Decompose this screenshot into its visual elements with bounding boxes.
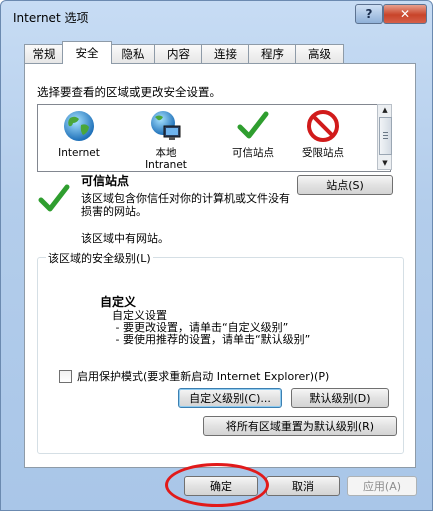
scroll-down-icon[interactable]: ▼ (380, 159, 390, 168)
zone-prompt: 选择要查看的区域或更改安全设置。 (37, 85, 221, 99)
scroll-up-icon[interactable]: ▲ (380, 106, 390, 115)
scroll-thumb[interactable] (379, 117, 392, 155)
globe-icon (64, 111, 94, 141)
tab-privacy[interactable]: 隐私 (110, 44, 156, 63)
selected-zone-note: 该区域中有网站。 (81, 232, 169, 245)
help-button[interactable]: ? (355, 4, 383, 24)
protected-mode-option[interactable]: 启用保护模式(要求重新启动 Internet Explorer)(P) (59, 368, 329, 384)
tab-content[interactable]: 内容 (154, 44, 203, 63)
reset-all-zones-button[interactable]: 将所有区域重置为默认级别(R) (203, 416, 397, 436)
tab-advanced[interactable]: 高级 (295, 44, 344, 63)
sites-button[interactable]: 站点(S) (297, 175, 393, 195)
apply-button[interactable]: 应用(A) (347, 476, 417, 496)
internet-options-dialog: Internet 选项 ? ✕ 常规 安全 隐私 内容 连接 程序 高级 选择要… (0, 0, 433, 511)
zone-list-scrollbar[interactable]: ▲ ▼ (377, 104, 392, 170)
tab-connections[interactable]: 连接 (201, 44, 250, 63)
security-level-description: 自定义设置 - 要更改设置，请单击“自定义级别” - 要使用推荐的设置，请单击“… (112, 309, 311, 346)
close-button[interactable]: ✕ (383, 4, 427, 24)
selected-zone-description: 该区域包含你信任对你的计算机或文件没有损害的网站。 (81, 192, 290, 218)
selected-zone-check-icon (38, 184, 70, 212)
tab-security[interactable]: 安全 (62, 41, 112, 64)
ok-button[interactable]: 确定 (184, 476, 258, 496)
selected-zone-title: 可信站点 (81, 174, 130, 188)
security-tab-panel: 选择要查看的区域或更改安全设置。 Internet 本地 Intranet 可信… (24, 63, 416, 468)
zone-list: Internet 本地 Intranet 可信站点 受限站点 (37, 104, 391, 172)
security-level-title: 自定义 (100, 295, 137, 309)
zone-restricted-label: 受限站点 (302, 147, 344, 159)
zone-intranet-label: 本地 Intranet (145, 147, 187, 171)
protected-mode-label: 启用保护模式(要求重新启动 Internet Explorer)(P) (77, 370, 330, 383)
intranet-icon (151, 111, 181, 140)
title-bar: Internet 选项 ? ✕ (1, 1, 432, 31)
cancel-button[interactable]: 取消 (266, 476, 340, 496)
check-icon (237, 111, 269, 139)
default-level-button[interactable]: 默认级别(D) (291, 388, 389, 408)
tab-general[interactable]: 常规 (24, 44, 64, 63)
zone-internet-label: Internet (58, 147, 100, 159)
security-level-label: 该区域的安全级别(L) (46, 250, 153, 266)
protected-mode-checkbox[interactable] (59, 369, 72, 383)
tab-programs[interactable]: 程序 (248, 44, 297, 63)
custom-level-button[interactable]: 自定义级别(C)... (178, 388, 282, 408)
restricted-icon (307, 110, 339, 142)
window-title: Internet 选项 (13, 11, 89, 25)
